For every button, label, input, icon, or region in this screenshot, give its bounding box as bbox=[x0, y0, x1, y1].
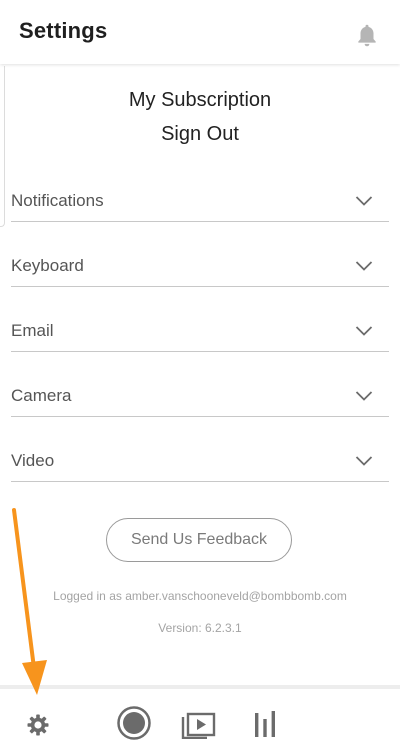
chevron-down-icon bbox=[355, 456, 373, 466]
gear-icon[interactable] bbox=[26, 713, 50, 737]
version-text: Version: 6.2.3.1 bbox=[158, 621, 242, 635]
section-label: Keyboard bbox=[11, 256, 84, 275]
section-label: Video bbox=[11, 451, 55, 470]
my-subscription-link[interactable]: My Subscription bbox=[0, 89, 400, 112]
section-camera[interactable]: Camera bbox=[11, 376, 389, 417]
send-feedback-button[interactable]: Send Us Feedback bbox=[106, 518, 292, 562]
section-notifications[interactable]: Notifications bbox=[11, 181, 389, 222]
bell-icon[interactable] bbox=[354, 22, 380, 48]
video-library-icon[interactable] bbox=[181, 709, 217, 739]
settings-screen: Settings My Subscription Sign Out Notifi… bbox=[0, 0, 400, 753]
bottom-tab-bar bbox=[0, 685, 400, 753]
record-icon[interactable] bbox=[116, 705, 152, 741]
chevron-down-icon bbox=[355, 326, 373, 336]
page-title: Settings bbox=[19, 18, 108, 43]
chevron-down-icon bbox=[355, 391, 373, 401]
section-label: Email bbox=[11, 321, 54, 340]
section-email[interactable]: Email bbox=[11, 311, 389, 352]
section-keyboard[interactable]: Keyboard bbox=[11, 246, 389, 287]
logged-in-text: Logged in as amber.vanschooneveld@bombbo… bbox=[53, 589, 347, 603]
bar-chart-icon[interactable] bbox=[252, 709, 278, 739]
chevron-down-icon bbox=[355, 261, 373, 271]
section-label: Notifications bbox=[11, 191, 104, 210]
sign-out-link[interactable]: Sign Out bbox=[0, 123, 400, 146]
section-label: Camera bbox=[11, 386, 72, 405]
chevron-down-icon bbox=[355, 196, 373, 206]
header-bar: Settings bbox=[0, 0, 400, 64]
section-video[interactable]: Video bbox=[11, 441, 389, 482]
